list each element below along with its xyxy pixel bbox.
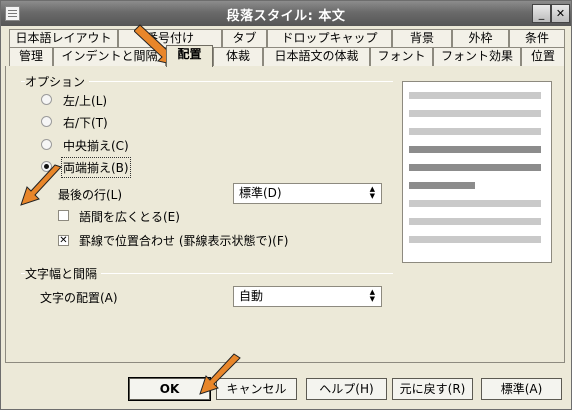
- radio-button[interactable]: [41, 116, 52, 127]
- radio-label-center: 中央揃え(C): [63, 139, 129, 153]
- dialog-window: 段落スタイル: 本文 _ ✕ 日本語レイアウト 番号付け タブ ドロップキャップ…: [0, 0, 572, 410]
- preview-line-active: [409, 146, 541, 153]
- tab-alignment[interactable]: 配置: [166, 45, 213, 67]
- spin-arrows-icon: ▲ ▼: [369, 185, 375, 200]
- word-spacing-label: 語間を広くとる(E): [79, 210, 180, 224]
- tab-font[interactable]: フォント: [370, 47, 433, 66]
- tab-borders[interactable]: 外枠: [452, 29, 509, 48]
- reset-button[interactable]: 元に戻す(R): [392, 378, 473, 400]
- minimize-icon: _: [538, 7, 545, 20]
- preview-line: [409, 218, 541, 225]
- title-bar[interactable]: 段落スタイル: 本文 _ ✕: [1, 1, 571, 26]
- preview-line: [409, 200, 541, 207]
- preview-line: [409, 92, 541, 99]
- preview-line: [409, 236, 541, 243]
- window-title: 段落スタイル: 本文: [226, 9, 346, 24]
- last-line-label: 最後の行(L): [58, 188, 123, 202]
- tab-text-flow[interactable]: 体裁: [213, 47, 263, 66]
- preview-pane: [402, 81, 552, 263]
- ok-button[interactable]: OK: [128, 377, 211, 401]
- tab-asian-typography[interactable]: 日本語文の体裁: [263, 47, 370, 66]
- radio-button[interactable]: [41, 139, 52, 150]
- radio-label-left: 左/上(L): [63, 94, 108, 108]
- last-line-select[interactable]: 標準(D) ▲ ▼: [233, 183, 382, 204]
- preview-line: [409, 110, 541, 117]
- tab-position[interactable]: 位置: [521, 47, 565, 66]
- radio-button[interactable]: [41, 94, 52, 105]
- preview-line-active: [409, 182, 475, 189]
- char-spacing-heading: 文字幅と間隔: [25, 265, 102, 282]
- radio-button-checked[interactable]: [41, 161, 52, 172]
- tab-organizer[interactable]: 管理: [9, 47, 53, 66]
- radio-label-right: 右/下(T): [63, 116, 108, 130]
- close-icon: ✕: [555, 7, 566, 20]
- minimize-button[interactable]: _: [532, 4, 551, 23]
- text-alignment-value: 自動: [239, 289, 264, 303]
- spin-arrows-icon: ▲ ▼: [369, 288, 375, 303]
- preview-line-active: [409, 164, 541, 171]
- close-button[interactable]: ✕: [551, 4, 570, 23]
- help-button[interactable]: ヘルプ(H): [306, 378, 387, 400]
- radio-label-justify: 両端揃え(B): [61, 157, 131, 178]
- tab-japanese-layout[interactable]: 日本語レイアウト: [9, 29, 118, 48]
- tab-tabs[interactable]: タブ: [222, 29, 267, 48]
- text-alignment-select[interactable]: 自動 ▲ ▼: [233, 286, 382, 307]
- snap-to-grid-label: 罫線で位置合わせ (罫線表示状態で)(F): [79, 234, 289, 248]
- cancel-button[interactable]: キャンセル: [216, 378, 297, 400]
- standard-button[interactable]: 標準(A): [481, 378, 562, 400]
- tab-font-effects[interactable]: フォント効果: [433, 47, 521, 66]
- tab-indents-spacing[interactable]: インデントと間隔: [53, 47, 166, 66]
- preview-line: [409, 128, 541, 135]
- word-spacing-checkbox[interactable]: [58, 210, 69, 221]
- snap-to-grid-checkbox[interactable]: ✕: [58, 235, 69, 246]
- last-line-value: 標準(D): [239, 186, 282, 200]
- tab-condition[interactable]: 条件: [509, 29, 565, 48]
- tab-background[interactable]: 背景: [392, 29, 452, 48]
- options-heading: オプション: [25, 73, 90, 90]
- text-alignment-label: 文字の配置(A): [40, 291, 118, 305]
- tab-drop-caps[interactable]: ドロップキャップ: [267, 29, 392, 48]
